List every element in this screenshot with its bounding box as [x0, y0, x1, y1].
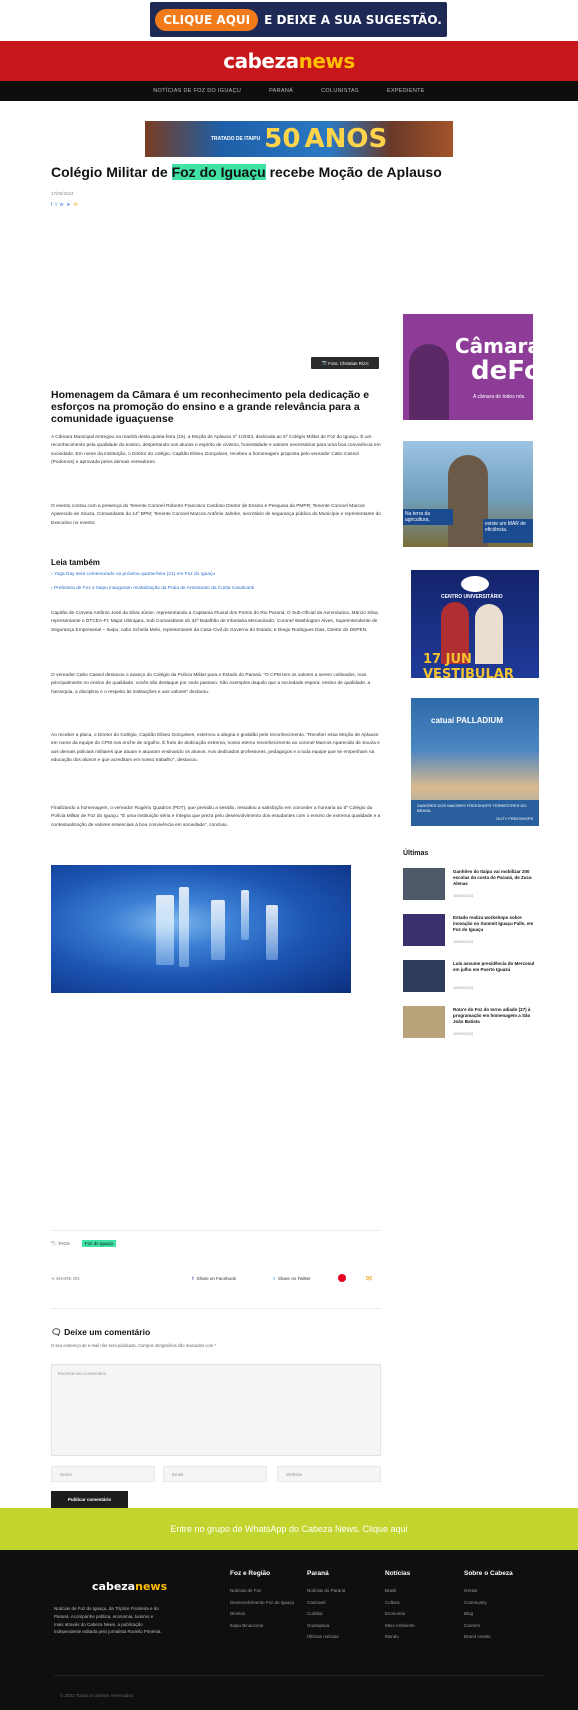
footer-link[interactable]: Community [464, 1597, 534, 1609]
ad-number: 50 [264, 124, 301, 154]
twitter-icon[interactable]: t [55, 202, 56, 208]
footer-divider [54, 1675, 544, 1676]
camara-foz-ad[interactable]: Câmara deFoz A câmara de todos nós. [403, 314, 533, 420]
share-twitter-button[interactable]: t Share on Twitter [258, 1271, 326, 1285]
nav-item-noticias[interactable]: NOTÍCIAS DE FOZ DO IGUAÇU [153, 88, 241, 94]
comment-heading: 🗨 Deixe um comentário [51, 1327, 151, 1337]
paragraph-2: O evento contou com a presença do Tenent… [51, 504, 381, 526]
latest-news-title: Últimas [403, 850, 429, 857]
nav-item-expediente[interactable]: EXPEDIENTE [387, 88, 425, 94]
footer-column-parana: Paraná Notícias do Paraná Cascavel Curit… [307, 1570, 377, 1643]
main-nav: NOTÍCIAS DE FOZ DO IGUAÇU PARANÁ COLUNIS… [0, 81, 578, 101]
tags-row: 🏷 TAGS Foz do Iguaçu [51, 1240, 117, 1247]
footer-link[interactable]: Economia [385, 1608, 455, 1620]
itaipu-50-anos-ad[interactable]: TRATADO DE ITAIPU 50 ANOS [145, 121, 453, 157]
facebook-icon[interactable]: f [51, 202, 52, 208]
email-icon[interactable]: ✉ [74, 202, 78, 208]
email-share-button[interactable]: ✉ [360, 1271, 378, 1285]
paragraph-5: Ao receber a placa, o Diretor do Colégio… [51, 733, 380, 763]
footer-column-sobre: Sobre o Cabeza Gerais Community Blog Car… [464, 1570, 534, 1643]
twitter-icon: t [273, 1275, 275, 1281]
footer-link[interactable]: Direitos [230, 1608, 300, 1620]
share-icons: f t w ➤ ✉ [51, 202, 78, 208]
latest-news-item[interactable]: Lula assume presidência do Mercosul em j… [403, 960, 543, 994]
name-field[interactable]: Nome [51, 1466, 155, 1482]
divider [51, 1308, 381, 1309]
copyright: © 2022 Todos os direitos reservados [60, 1693, 134, 1698]
paragraph-6: Finalizando a homenagem, o vereador Rogé… [51, 806, 381, 828]
comment-textarea[interactable]: Escreva seu comentário [51, 1364, 381, 1456]
footer-link[interactable]: Últimas notícias [307, 1631, 377, 1643]
pinterest-icon [338, 1274, 346, 1282]
read-also-link[interactable]: › Yoga Day será comemorado na próxima qu… [51, 572, 215, 577]
ad-word: ANOS [304, 124, 388, 154]
tag-icon: 🏷 TAGS [51, 1240, 70, 1246]
suggestion-banner[interactable]: CLIQUE AQUI E DEIXE A SUA SUGESTÃO. [150, 2, 447, 37]
latest-news-item[interactable]: Ganhões do Itaipu vai mobilizar 200 esco… [403, 868, 543, 902]
facebook-icon: f [192, 1275, 194, 1281]
footer-link[interactable]: Meio Ambiente [385, 1620, 455, 1632]
ubc-vestibular-ad[interactable]: CENTRO UNIVERSITÁRIO 17 JUN VESTIBULAR [411, 570, 539, 678]
article-title: Colégio Militar de Foz do Iguaçu recebe … [51, 164, 442, 180]
footer-link[interactable]: Desenvolvimento Foz do Iguaçu [230, 1597, 300, 1609]
image-caption: 📷 Foto: Christian Rizzi [311, 357, 379, 369]
header-bar: cabezanews [0, 41, 578, 81]
banner-text: E DEIXE A SUA SUGESTÃO. [264, 12, 442, 27]
waterfall-image [51, 865, 351, 993]
website-field[interactable]: Website [277, 1466, 381, 1482]
footer-column-foz: Foz e Região Notícias de Foz Desenvolvim… [230, 1570, 300, 1631]
footer-link[interactable]: Cascavel [307, 1597, 377, 1609]
footer-link[interactable]: Gerais [464, 1585, 534, 1597]
footer-link[interactable]: Blog [464, 1608, 534, 1620]
agriculture-ad[interactable]: Na terra da agricultura, existe um MAR d… [403, 441, 533, 547]
latest-news-item[interactable]: Estado realiza workshops sobre inovação … [403, 914, 543, 948]
read-also-link[interactable]: › Prefeitura de Foz e Itaipu inauguram r… [51, 586, 254, 591]
footer-logo[interactable]: cabezanews [92, 1580, 167, 1593]
footer-link[interactable]: Curitiba [307, 1608, 377, 1620]
footer-link[interactable]: Brand Assets [464, 1631, 534, 1643]
footer-link[interactable]: Careers [464, 1620, 534, 1632]
comment-icon: 🗨 [51, 1327, 62, 1337]
click-here-pill[interactable]: CLIQUE AQUI [155, 8, 259, 31]
share-facebook-button[interactable]: f Share on Facebook [180, 1271, 248, 1285]
ad-small-text: TRATADO DE ITAIPU [210, 136, 261, 142]
footer-link[interactable]: Notícias de Foz [230, 1585, 300, 1597]
share-label: ⋖ SHARE ON [51, 1276, 80, 1281]
nav-item-colunistas[interactable]: COLUNISTAS [321, 88, 359, 94]
footer-link[interactable]: Notícias do Paraná [307, 1585, 377, 1597]
post-comment-button[interactable]: Publicar comentário [51, 1491, 128, 1508]
site-logo[interactable]: cabezanews [223, 49, 355, 73]
nav-item-parana[interactable]: PARANÁ [269, 88, 293, 94]
tag-link[interactable]: Foz do Iguaçu [81, 1240, 117, 1247]
paragraph-3: Capitão de Corveta Antônio José da Silva… [51, 611, 379, 633]
pinterest-button[interactable] [333, 1271, 351, 1285]
article-date: 17/05/2024 [51, 191, 74, 196]
footer-link[interactable]: Guarapava [307, 1620, 377, 1632]
footer-link[interactable]: Brasil [385, 1585, 455, 1597]
footer-link[interactable]: Cultura [385, 1597, 455, 1609]
footer-column-noticias: Notícias Brasil Cultura Economia Meio Am… [385, 1570, 455, 1643]
paragraph-4: O vereador Cabo Cassol destacou o avanço… [51, 673, 371, 695]
latest-news-item[interactable]: Rota'e do Foz do Iorno adiado (27) à pro… [403, 1006, 543, 1040]
paragraph-1: A Câmara Municipal entregou na manhã des… [51, 435, 381, 465]
footer-description: Notícias de Foz do Iguaçu, da Tríplice F… [54, 1606, 162, 1635]
read-also-title: Leia também [51, 558, 100, 567]
whatsapp-group-bar[interactable]: Entre no grupo de WhatsApp do Cabeza New… [0, 1508, 578, 1550]
footer-link[interactable]: Mundo [385, 1631, 455, 1643]
article-subheading: Homenagem da Câmara é um reconhecimento … [51, 389, 370, 425]
telegram-icon[interactable]: ➤ [66, 202, 70, 208]
footer-link[interactable]: Itaipu Binacional [230, 1620, 300, 1632]
whatsapp-icon[interactable]: w [60, 202, 64, 208]
email-icon: ✉ [365, 1273, 373, 1283]
comment-note: O seu endereço de e-mail não será public… [51, 1343, 217, 1348]
divider [51, 1230, 381, 1231]
email-field[interactable]: Email [163, 1466, 267, 1482]
catuai-palladium-ad[interactable]: catuaí PALLADIUM SABORES DOS MAIORES FRE… [411, 698, 539, 826]
